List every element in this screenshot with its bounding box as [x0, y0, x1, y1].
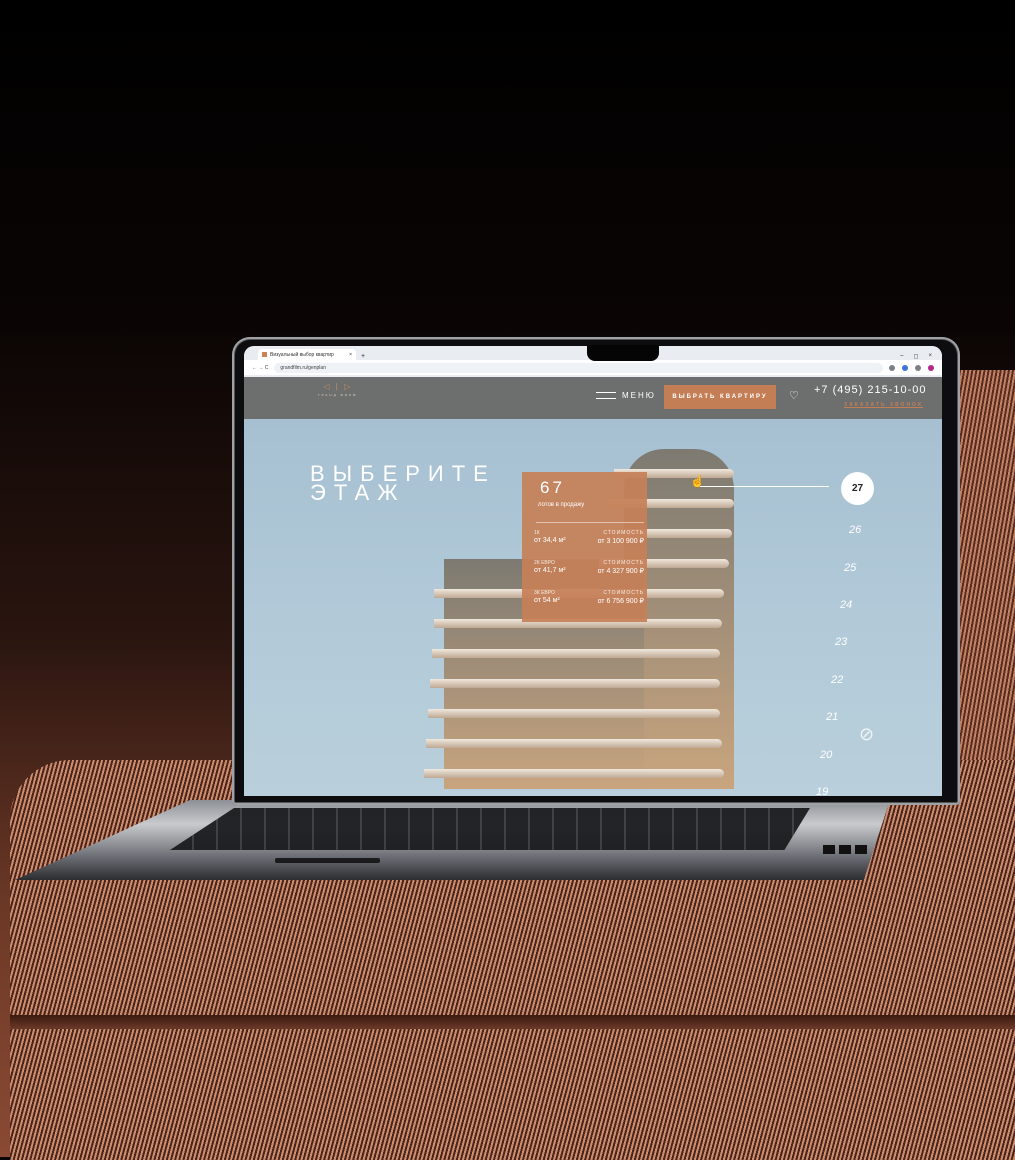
nav-buttons[interactable]: ← → C [252, 365, 268, 371]
laptop-keyboard [170, 808, 810, 850]
extensions [889, 364, 934, 371]
laptop-front-notch [275, 858, 380, 863]
floor-item[interactable]: 22 [831, 674, 843, 686]
tower-slab [430, 679, 720, 688]
callback-link[interactable]: ЗАКАЗАТЬ ЗВОНОК [844, 402, 923, 408]
tab-title: Визуальный выбор квартир [270, 351, 334, 358]
window-controls: – ◻ × [900, 353, 942, 360]
price-label: СТОИМОСТЬ [603, 560, 644, 566]
page-title: ВЫБЕРИТЕ ЭТАЖ [310, 463, 496, 504]
laptop-screen: Визуальный выбор квартир × + – ◻ × ← → C… [244, 346, 942, 796]
heart-icon[interactable]: ♡ [789, 389, 799, 402]
site-header: ◁ | ▷ ГРАНД ФИЛМ МЕНЮ ВЫБРАТЬ КВАРТИРУ ♡… [244, 377, 942, 419]
card-divider [536, 522, 644, 523]
tower-slab [432, 649, 720, 658]
compass-icon: ⊘ [859, 724, 875, 744]
extension-icon[interactable] [902, 364, 908, 371]
menu-label: МЕНЮ [622, 391, 656, 400]
logo-mark: ◁ | ▷ [323, 382, 353, 391]
floor-27-active[interactable]: 27 [841, 472, 874, 505]
apartment-type: 3К ЕВРО [534, 590, 555, 596]
favicon-icon [262, 352, 267, 357]
apartment-price: от 3 100 900 ₽ [597, 538, 644, 545]
floor-pointer-line [699, 486, 829, 487]
browser-tab[interactable]: Визуальный выбор квартир × [258, 349, 356, 360]
floor-item[interactable]: 25 [844, 562, 856, 574]
floor-item[interactable]: 26 [849, 524, 861, 536]
logo[interactable]: ◁ | ▷ ГРАНД ФИЛМ [318, 383, 357, 399]
url-field[interactable]: grandfilm.ru/genplan [274, 362, 883, 373]
hero: ВЫБЕРИТЕ ЭТАЖ 67 лотов в продажу 1К от 3… [244, 419, 942, 796]
camera-notch [587, 345, 659, 361]
tab-close-icon[interactable]: × [349, 352, 352, 358]
choose-apartment-button[interactable]: ВЫБРАТЬ КВАРТИРУ [664, 385, 776, 409]
floor-item[interactable]: 23 [835, 636, 847, 648]
maximize-icon[interactable]: ◻ [914, 353, 919, 360]
apartment-area: от 41,7 м² [534, 567, 566, 574]
floor-item[interactable]: 19 [816, 786, 828, 796]
sofa-seam [10, 1015, 1015, 1029]
floor-item[interactable]: 21 [826, 711, 838, 723]
bookmark-icon[interactable] [889, 364, 895, 371]
lots-count: 67 [540, 478, 565, 497]
url-text: grandfilm.ru/genplan [280, 364, 326, 371]
lots-label: лотов в продажу [538, 502, 585, 508]
price-label: СТОИМОСТЬ [603, 590, 644, 596]
puzzle-icon[interactable] [915, 364, 921, 371]
tower-slab [426, 739, 722, 748]
profile-avatar[interactable] [928, 364, 934, 371]
price-label: СТОИМОСТЬ [603, 530, 644, 536]
tower-slab [428, 709, 720, 718]
minimize-icon[interactable]: – [900, 353, 903, 360]
apartment-area: от 54 м² [534, 597, 560, 604]
floor-info-card: 67 лотов в продажу 1К от 34,4 м² СТОИМОС… [522, 472, 647, 622]
floor-item[interactable]: 20 [820, 749, 832, 761]
burger-icon [596, 392, 616, 399]
logo-text: ГРАНД ФИЛМ [318, 393, 358, 397]
floor-item[interactable]: 24 [840, 599, 852, 611]
apartment-price: от 6 756 900 ₽ [597, 598, 644, 605]
apartment-type: 1К [534, 530, 540, 536]
menu-button[interactable]: МЕНЮ [596, 391, 656, 400]
tower-slab [424, 769, 724, 778]
laptop-ports [823, 845, 867, 854]
apartment-area: от 34,4 м² [534, 537, 566, 544]
hand-cursor-icon: ☝ [690, 474, 705, 488]
close-window-icon[interactable]: × [928, 353, 932, 360]
apartment-price: от 4 327 900 ₽ [597, 568, 644, 575]
phone-number[interactable]: +7 (495) 215-10-00 [814, 384, 926, 396]
new-tab-button[interactable]: + [361, 353, 365, 360]
apartment-type: 2К ЕВРО [534, 560, 555, 566]
address-bar-row: ← → C grandfilm.ru/genplan [244, 360, 942, 375]
